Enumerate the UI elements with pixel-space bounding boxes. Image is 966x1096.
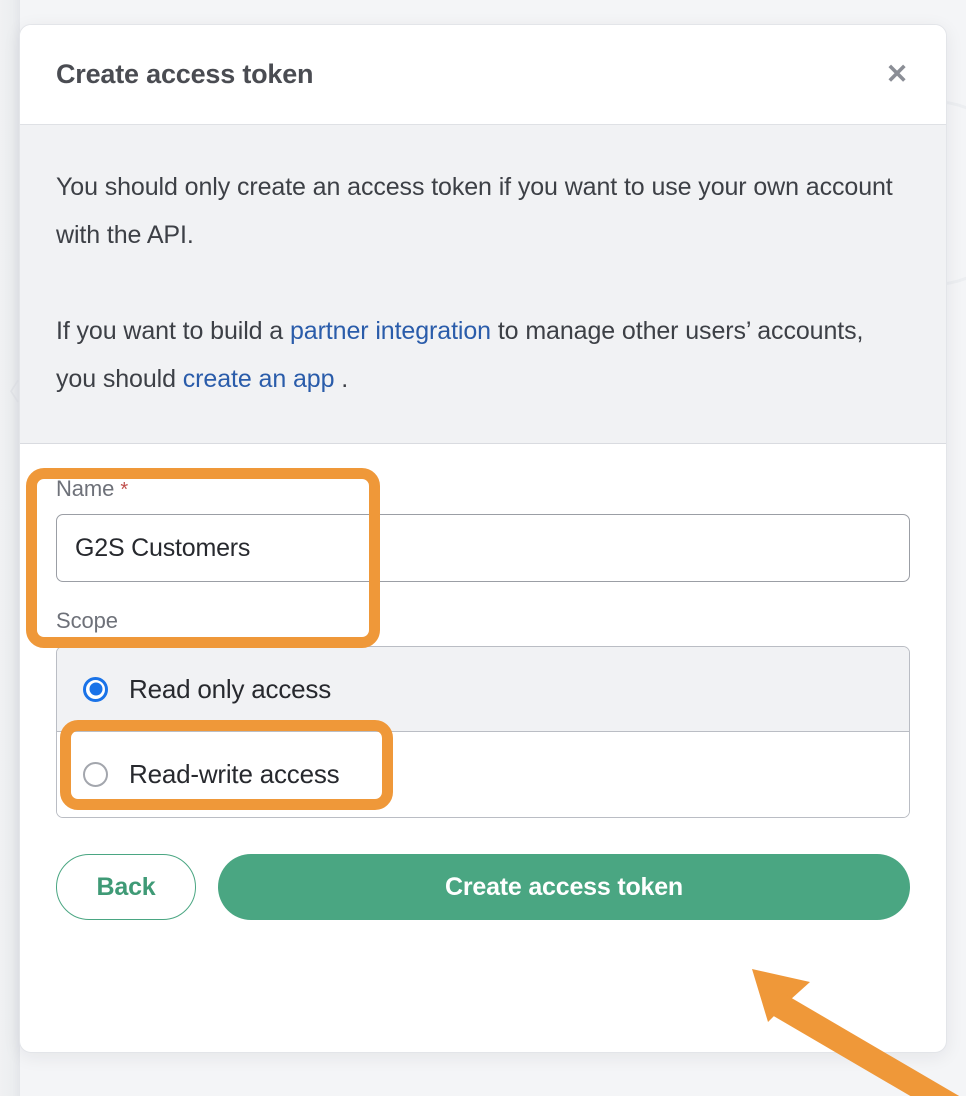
scope-radio-group: Read only access Read-write access <box>56 646 910 818</box>
create-an-app-link[interactable]: create an app <box>183 365 335 393</box>
scope-field-label: Scope <box>56 608 118 633</box>
scope-option-label: Read only access <box>129 673 332 704</box>
form-area: Name * Scope Read only access Read-write… <box>20 444 946 818</box>
info-paragraph-1: You should only create an access token i… <box>56 173 893 249</box>
info-text-after: . <box>334 365 349 393</box>
info-panel: You should only create an access token i… <box>20 125 946 444</box>
background-left-strip <box>0 0 20 1096</box>
radio-icon-read-only[interactable] <box>83 676 108 702</box>
name-field-label: Name * <box>56 476 910 502</box>
info-text-before-link: If you want to build a <box>56 317 290 345</box>
modal-header: Create access token ✕ <box>20 25 946 125</box>
create-access-token-modal: Create access token ✕ You should only cr… <box>19 24 947 1053</box>
name-input[interactable] <box>56 514 910 582</box>
scope-option-read-write[interactable]: Read-write access <box>57 732 909 817</box>
create-access-token-button[interactable]: Create access token <box>218 854 910 920</box>
required-asterisk: * <box>120 479 128 501</box>
name-label-text: Name <box>56 476 115 501</box>
info-paragraph-2: If you want to build a partner integrati… <box>56 307 910 403</box>
scope-option-read-only[interactable]: Read only access <box>57 647 909 732</box>
radio-icon-read-write[interactable] <box>83 762 108 787</box>
partner-integration-link[interactable]: partner integration <box>290 317 491 345</box>
page-title: Create access token <box>56 59 314 89</box>
close-icon[interactable]: ✕ <box>878 56 916 94</box>
modal-footer: Back Create access token <box>20 818 946 920</box>
scope-option-label: Read-write access <box>129 759 340 789</box>
back-button[interactable]: Back <box>56 854 196 920</box>
